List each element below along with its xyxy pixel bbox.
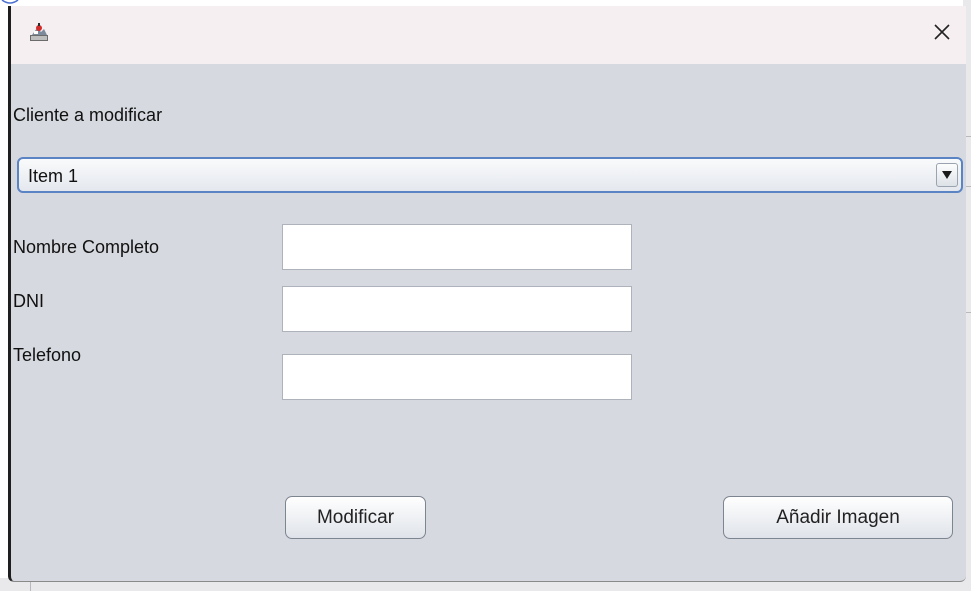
title-bar[interactable] (11, 6, 966, 64)
dni-label: DNI (13, 291, 44, 311)
chevron-down-icon (942, 171, 952, 179)
name-label: Nombre Completo (13, 237, 160, 257)
client-select-arrow-button[interactable] (936, 163, 958, 187)
dialog-content: Cliente a modificar Item 1 Nombre Comple… (11, 64, 966, 581)
background-mark (1, 0, 19, 4)
phone-label: Telefono (13, 345, 82, 365)
phone-field[interactable] (282, 354, 632, 400)
dni-field[interactable] (282, 286, 632, 332)
dialog-window: Cliente a modificar Item 1 Nombre Comple… (8, 6, 966, 582)
client-select-value: Item 1 (28, 166, 79, 186)
modify-button[interactable]: Modificar (285, 496, 426, 539)
client-select[interactable]: Item 1 (17, 157, 963, 193)
close-icon (934, 24, 950, 40)
java-app-icon (30, 23, 48, 41)
close-button[interactable] (918, 6, 966, 58)
client-label: Cliente a modificar (13, 105, 163, 125)
add-image-button[interactable]: Añadir Imagen (723, 496, 953, 539)
name-field[interactable] (282, 224, 632, 270)
